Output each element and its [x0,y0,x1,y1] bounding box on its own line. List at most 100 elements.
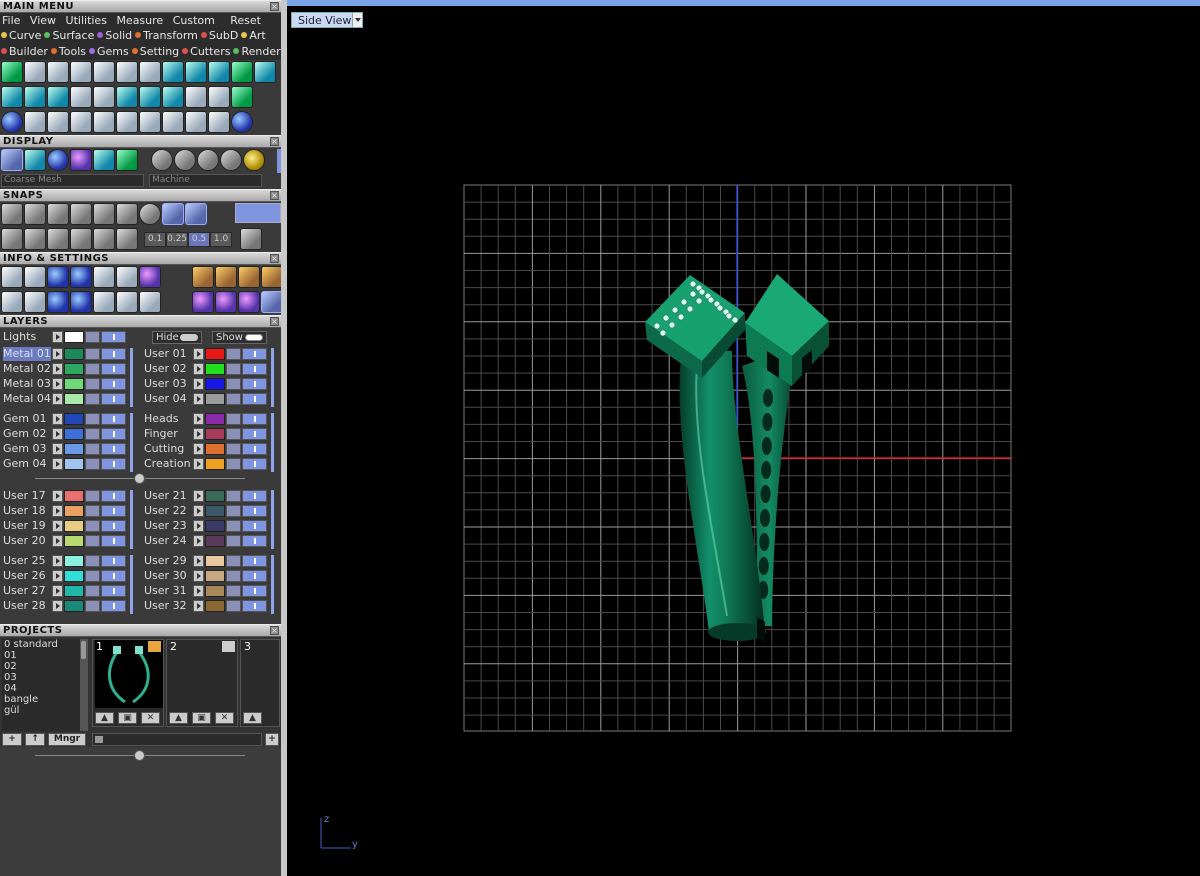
module-tools-button[interactable]: Tools [50,44,86,60]
lock-icon[interactable] [85,413,100,425]
layer-row[interactable]: Gem 02 [0,427,132,441]
visibility-toggle[interactable] [101,535,126,547]
layer-row[interactable]: User 17 [0,489,132,503]
mesh-dropdown[interactable]: Coarse Mesh [1,174,144,187]
mouse-icon[interactable] [208,86,230,108]
curve-icon[interactable] [47,111,69,133]
layer-color-swatch[interactable] [205,443,225,455]
document-icon[interactable] [93,266,115,288]
lock-icon[interactable] [226,520,241,532]
side-viewport[interactable]: Side View z y [287,6,1200,876]
lock-icon[interactable] [85,348,100,360]
expand-arrow-icon[interactable] [52,490,63,502]
expand-arrow-icon[interactable] [52,443,63,455]
gold-sphere-icon[interactable] [243,149,266,171]
layer-row[interactable]: Metal 03 [0,377,132,391]
visibility-toggle[interactable] [101,393,126,405]
menu-file[interactable]: File [2,14,20,27]
chevron-down-icon[interactable] [352,13,362,27]
layer-row[interactable]: User 29 [141,554,273,568]
snap-grid-settings-icon[interactable] [240,228,263,250]
menu-utilities[interactable]: Utilities [66,14,107,27]
snap-corner-icon[interactable] [93,203,115,225]
globe-icon[interactable] [1,61,23,83]
lock-icon[interactable] [85,600,100,612]
layer-row[interactable]: Heads [141,412,273,426]
visibility-toggle[interactable] [101,378,126,390]
snap-value-1-0[interactable]: 1.0 [210,232,233,247]
cube-icon[interactable] [139,266,161,288]
lock-icon[interactable] [226,570,241,582]
lock-icon[interactable] [226,585,241,597]
layer-row[interactable]: User 26 [0,569,132,583]
visibility-toggle[interactable] [101,443,126,455]
lock-icon[interactable] [85,331,100,343]
visibility-toggle[interactable] [101,600,126,612]
chip-icon[interactable] [116,61,138,83]
layer-row[interactable]: Gem 01 [0,412,132,426]
project-list-item[interactable]: 04 [4,683,88,694]
module-builder-button[interactable]: Builder [1,44,48,60]
expand-arrow-icon[interactable] [52,600,63,612]
lock-icon[interactable] [85,535,100,547]
layer-row[interactable]: User 31 [141,584,273,598]
gem-settings-icon[interactable] [261,291,281,313]
expand-arrow-icon[interactable] [193,490,204,502]
lock-icon[interactable] [226,378,241,390]
pattern-icon[interactable] [185,111,207,133]
hide-button[interactable]: Hide [152,331,202,344]
snap-diamond-icon[interactable] [93,228,115,250]
pen-icon[interactable] [185,61,207,83]
object-icon[interactable] [47,291,69,313]
slot-delete-button[interactable]: ✕ [141,712,160,724]
layer-row[interactable]: User 32 [141,599,273,613]
expand-arrow-icon[interactable] [52,393,63,405]
module-art-button[interactable]: Art [241,28,266,44]
visibility-toggle[interactable] [242,570,267,582]
mesh-icon[interactable] [24,86,46,108]
visibility-toggle[interactable] [101,570,126,582]
ball-icon[interactable] [231,86,253,108]
visibility-toggle[interactable] [242,555,267,567]
library-icon[interactable] [47,266,69,288]
module-transform-button[interactable]: Transform [135,28,198,44]
layer-row[interactable]: User 21 [141,489,273,503]
expand-arrow-icon[interactable] [52,363,63,375]
lock-icon[interactable] [226,458,241,470]
lock-icon[interactable] [226,348,241,360]
lock-icon[interactable] [85,458,100,470]
manager-button[interactable]: Mngr [48,733,86,746]
visibility-toggle[interactable] [242,393,267,405]
visibility-toggle[interactable] [101,520,126,532]
snap-line-icon[interactable] [185,203,207,225]
lock-icon[interactable] [226,600,241,612]
layer-color-swatch[interactable] [205,585,225,597]
layer-color-swatch[interactable] [205,378,225,390]
visibility-toggle[interactable] [242,348,267,360]
lock-icon[interactable] [85,443,100,455]
collapse-circle-icon[interactable] [134,750,145,761]
layer-row[interactable]: User 19 [0,519,132,533]
visibility-toggle[interactable] [242,585,267,597]
windows-icon[interactable] [1,291,23,313]
spheres-icon[interactable] [1,111,23,133]
layer-color-swatch[interactable] [64,458,84,470]
grid-icon[interactable] [116,86,138,108]
gem-tools-icon[interactable] [215,291,238,313]
lock-icon[interactable] [85,505,100,517]
close-icon[interactable]: × [270,626,279,635]
project-list-scrollbar[interactable] [80,639,88,731]
layer-color-swatch[interactable] [64,378,84,390]
visibility-toggle[interactable] [101,413,126,425]
module-subd-button[interactable]: SubD [200,28,238,44]
visibility-toggle[interactable] [101,490,126,502]
layer-row[interactable]: User 28 [0,599,132,613]
bail-icon[interactable] [139,86,161,108]
module-cutters-button[interactable]: Cutters [182,44,230,60]
visibility-toggle[interactable] [101,428,126,440]
visibility-toggle[interactable] [101,505,126,517]
project-scrollbar[interactable] [92,733,262,746]
scene-canvas[interactable] [287,6,1200,876]
expand-arrow-icon[interactable] [52,570,63,582]
close-icon[interactable]: × [270,254,279,263]
